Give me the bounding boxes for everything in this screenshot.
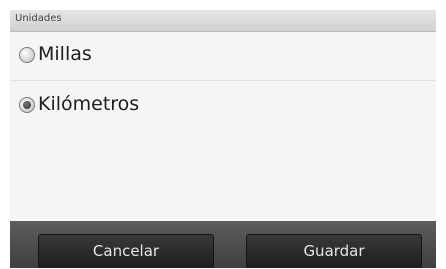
radio-button-icon[interactable] [19, 47, 35, 63]
dialog-title: Unidades [15, 13, 62, 24]
radio-button-selected-icon[interactable] [19, 97, 35, 113]
title-bar: Unidades [10, 10, 436, 32]
option-miles-label: Millas [38, 43, 92, 65]
option-divider [10, 80, 436, 81]
units-dialog: Unidades Millas Kilómetros Cancelar Guar… [10, 10, 436, 268]
button-bar: Cancelar Guardar [10, 221, 436, 268]
option-kilometers[interactable]: Kilómetros [10, 82, 436, 130]
option-kilometers-label: Kilómetros [38, 93, 140, 115]
save-button[interactable]: Guardar [246, 234, 422, 268]
cancel-button[interactable]: Cancelar [38, 234, 214, 268]
option-miles[interactable]: Millas [10, 32, 436, 80]
